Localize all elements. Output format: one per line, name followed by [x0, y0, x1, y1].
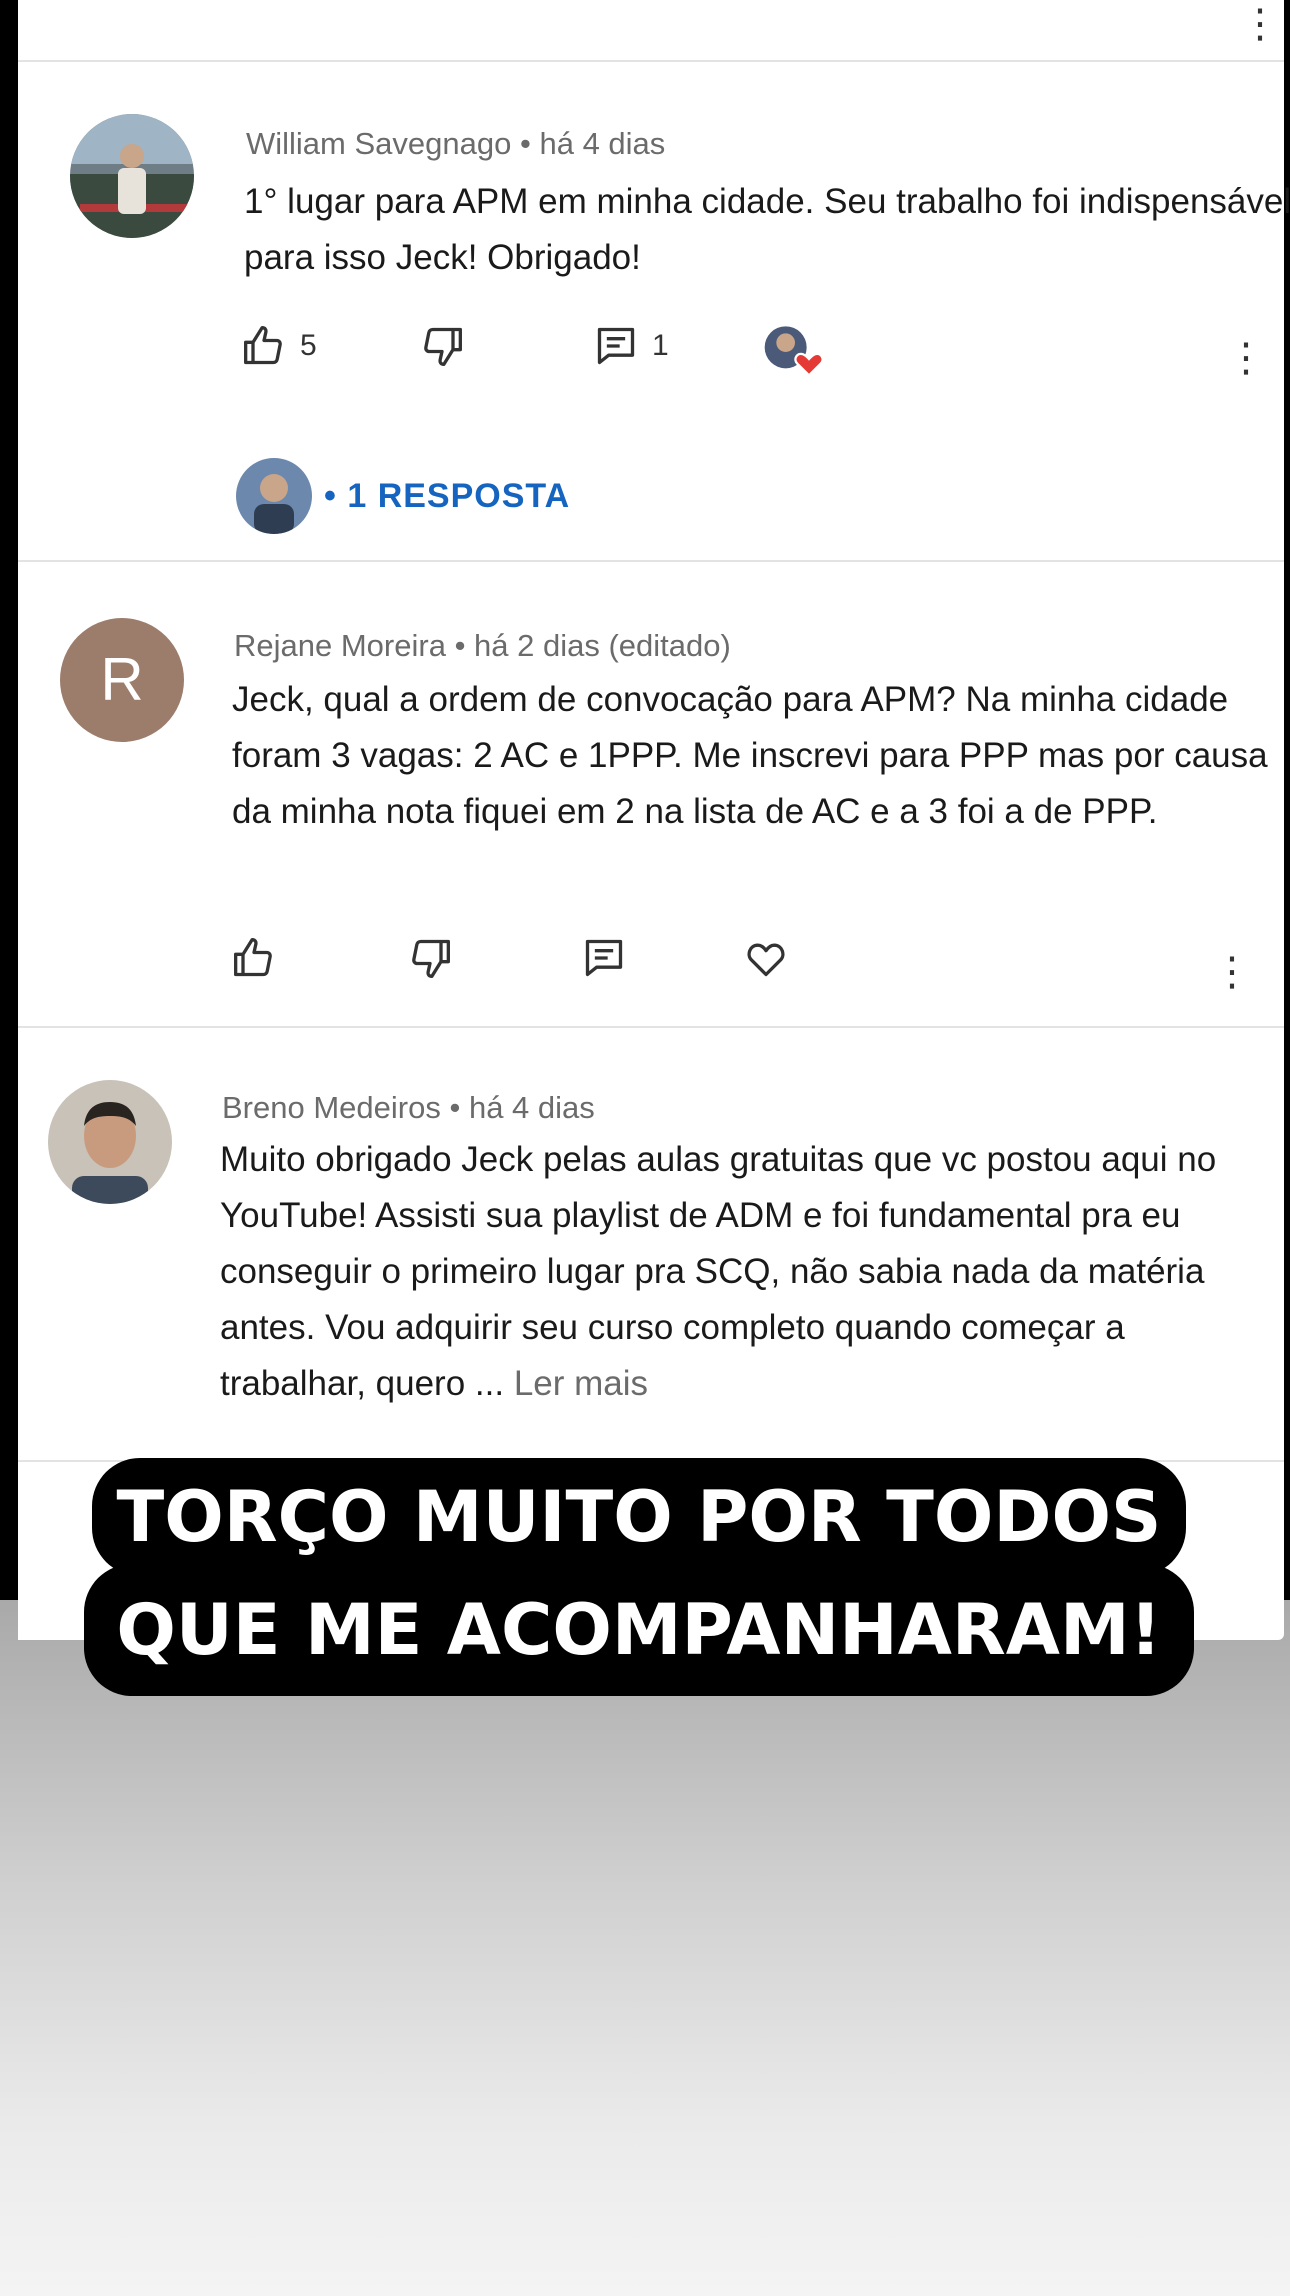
comment-time: há 4 dias: [468, 1090, 595, 1125]
comment-text: 1° lugar para APM em minha cidade. Seu t…: [244, 182, 1290, 277]
dislike-button[interactable]: [420, 324, 464, 368]
dislike-button[interactable]: [408, 936, 452, 980]
thumb-down-icon: [424, 327, 462, 366]
comment-meta: William Savegnago • há 4 dias: [246, 126, 665, 162]
comment-actions: [232, 936, 1290, 996]
like-button[interactable]: 5: [242, 324, 317, 368]
background-gradient: [0, 1600, 1290, 2296]
separator: •: [519, 126, 531, 161]
replier-avatar: [236, 458, 312, 534]
author-name[interactable]: Rejane Moreira: [234, 628, 446, 663]
reply-button[interactable]: [582, 936, 626, 980]
comment-screenshot: ⋮ William Savegnago • há 4 dias 1° lugar…: [18, 0, 1290, 1640]
author-name[interactable]: William Savegnago: [246, 126, 511, 161]
avatar[interactable]: [48, 1080, 172, 1204]
comment-text-content: Muito obrigado Jeck pelas aulas gratuita…: [220, 1140, 1217, 1403]
reply-button[interactable]: 1: [594, 324, 669, 368]
comment-text: Jeck, qual a ordem de convocação para AP…: [232, 680, 1268, 831]
thumb-down-icon: [412, 939, 450, 978]
comment-item: William Savegnago • há 4 dias 1° lugar p…: [18, 62, 1290, 562]
comment-text: Muito obrigado Jeck pelas aulas gratuita…: [220, 1132, 1280, 1412]
banner-line-1: TORÇO MUITO POR TODOS: [92, 1458, 1186, 1576]
comment-time: há 4 dias: [539, 126, 666, 161]
previous-comment-actions: ⋮: [18, 0, 1284, 62]
like-count: 5: [300, 329, 317, 362]
avatar[interactable]: [70, 114, 194, 238]
author-name[interactable]: Breno Medeiros: [222, 1090, 441, 1125]
creator-heart: [762, 324, 828, 380]
avatar[interactable]: R: [60, 618, 184, 742]
heart-button[interactable]: [744, 936, 788, 980]
comment-actions: 5 1: [242, 324, 1290, 384]
more-vert-icon[interactable]: ⋮: [1226, 338, 1266, 378]
more-vert-icon[interactable]: ⋮: [1240, 4, 1280, 44]
separator: •: [449, 1090, 461, 1125]
thumb-up-icon: [234, 938, 272, 977]
avatar-photo: [48, 1080, 172, 1204]
reply-icon: [597, 327, 635, 365]
thumb-up-icon: [244, 326, 282, 365]
comment-item: Breno Medeiros • há 4 dias Muito obrigad…: [18, 1028, 1284, 1462]
separator: •: [454, 628, 466, 663]
comment-item: R Rejane Moreira • há 2 dias (editado) J…: [18, 562, 1284, 1028]
reply-count: 1: [652, 329, 669, 362]
comment-time: há 2 dias (editado): [474, 628, 731, 663]
comment-meta: Rejane Moreira • há 2 dias (editado): [234, 628, 731, 664]
like-button[interactable]: [232, 936, 276, 980]
more-vert-icon[interactable]: ⋮: [1212, 952, 1252, 992]
avatar-photo: [70, 114, 194, 238]
reply-link[interactable]: • 1 RESPOSTA: [324, 477, 570, 516]
reply-icon: [585, 939, 623, 977]
heart-outline-icon: [747, 943, 785, 977]
creator-heart-icon: [764, 326, 824, 377]
read-more-link[interactable]: Ler mais: [514, 1364, 648, 1403]
comment-meta: Breno Medeiros • há 4 dias: [222, 1090, 595, 1126]
banner-line-2: QUE ME ACOMPANHARAM!: [84, 1564, 1194, 1696]
view-replies-button[interactable]: • 1 RESPOSTA: [236, 458, 570, 534]
